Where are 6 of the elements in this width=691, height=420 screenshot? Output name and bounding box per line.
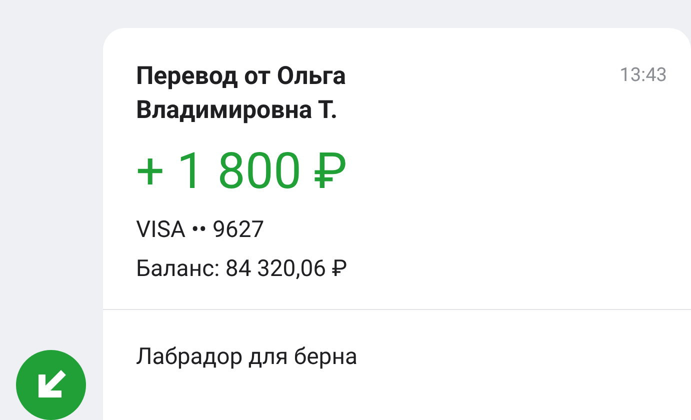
message-time: 13:43 — [620, 62, 667, 88]
card-number: VISA •• 9627 — [135, 215, 266, 245]
message-title: Перевод от Ольга Владимировна Т. — [136, 61, 348, 127]
comment: Лабрадор для берна — [135, 342, 358, 372]
balance: Баланс: 84 320,06 ₽ — [135, 254, 348, 284]
amount: + 1 800 ₽ — [135, 142, 348, 202]
